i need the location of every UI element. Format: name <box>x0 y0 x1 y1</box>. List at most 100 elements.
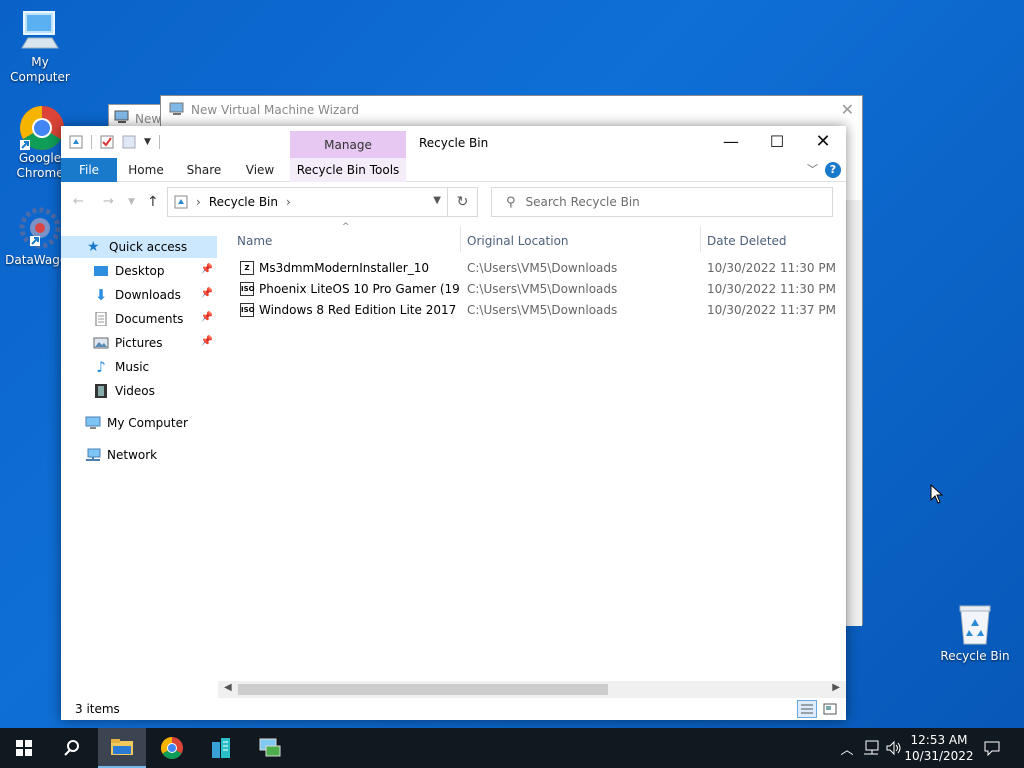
toolbar-separator <box>91 135 92 149</box>
file-original-location: C:\Users\VM5\Downloads <box>467 261 618 275</box>
clock[interactable]: 12:53 AM 10/31/2022 <box>904 732 974 764</box>
taskbar-virtual-machine[interactable] <box>246 728 294 768</box>
pin-icon: 📌 <box>200 288 213 299</box>
tab-share[interactable]: Share <box>179 158 229 182</box>
column-header-original-location[interactable]: Original Location <box>467 230 667 252</box>
chrome-icon <box>161 737 183 759</box>
window-title: Recycle Bin <box>419 136 489 150</box>
close-icon[interactable]: ✕ <box>841 100 854 119</box>
tab-manage[interactable]: Manage <box>290 131 406 158</box>
navigation-bar: ← → ▼ ↑ › Recycle Bin › ▼ ↻ ⚲ Search Rec… <box>61 182 846 222</box>
up-arrow-icon[interactable]: ↑ <box>147 194 159 210</box>
breadcrumb-recycle-bin[interactable]: Recycle Bin <box>209 195 278 209</box>
nav-label: Documents <box>115 312 184 326</box>
recent-locations-chevron-icon[interactable]: ▼ <box>128 197 135 207</box>
action-center-icon[interactable] <box>978 728 1006 768</box>
search-box[interactable]: ⚲ Search Recycle Bin <box>491 187 833 217</box>
nav-quick-access[interactable]: ★ Quick access <box>61 236 217 258</box>
download-arrow-icon: ⬇ <box>94 286 108 304</box>
horizontal-scrollbar[interactable]: ◀ ▶ <box>218 681 846 698</box>
nav-pictures[interactable]: Pictures 📌 <box>61 332 217 354</box>
details-view-button[interactable] <box>797 700 817 718</box>
navigation-pane: ★ Quick access Desktop 📌 ⬇ Downloads 📌 D… <box>61 222 217 688</box>
desktop-icon-my-computer[interactable]: My Computer <box>0 8 80 85</box>
column-separator[interactable] <box>700 226 701 252</box>
refresh-button[interactable]: ↻ <box>448 187 478 217</box>
show-hidden-icons-chevron-icon[interactable]: ︿ <box>836 728 858 768</box>
nav-downloads[interactable]: ⬇ Downloads 📌 <box>61 284 217 306</box>
nav-music[interactable]: ♪ Music <box>61 356 217 378</box>
taskbar: ︿ 12:53 AM 10/31/2022 <box>0 728 1024 768</box>
pictures-icon <box>93 336 109 350</box>
chrome-icon <box>18 104 64 150</box>
zip-file-icon: Z <box>240 261 254 275</box>
star-icon: ★ <box>87 239 100 255</box>
column-header-name[interactable]: Name <box>237 230 437 252</box>
large-icons-view-button[interactable] <box>820 700 840 718</box>
tab-recycle-bin-tools[interactable]: Recycle Bin Tools <box>290 158 406 182</box>
file-date-deleted: 10/30/2022 11:30 PM <box>707 261 836 275</box>
properties-icon[interactable] <box>100 135 114 149</box>
item-count: 3 items <box>75 702 120 716</box>
taskbar-chrome[interactable] <box>148 728 196 768</box>
nav-label: Videos <box>115 384 155 398</box>
nav-my-computer[interactable]: My Computer <box>61 412 217 434</box>
nav-label: My Computer <box>107 416 188 430</box>
clock-time: 12:53 AM <box>910 733 968 747</box>
desktop-icon-recycle-bin[interactable]: Recycle Bin <box>935 602 1015 664</box>
start-button[interactable] <box>0 728 48 768</box>
tab-file[interactable]: File <box>61 158 117 182</box>
search-button[interactable] <box>48 728 96 768</box>
clock-date: 10/31/2022 <box>904 749 974 763</box>
close-button[interactable]: ✕ <box>800 126 846 158</box>
tab-view[interactable]: View <box>235 158 285 182</box>
nav-label: Desktop <box>115 264 165 278</box>
nav-network[interactable]: Network <box>61 444 217 466</box>
scrollbar-thumb[interactable] <box>238 684 608 695</box>
scroll-left-icon[interactable]: ◀ <box>224 682 232 693</box>
taskbar-app-buildings[interactable] <box>197 728 245 768</box>
breadcrumb-chevron-icon[interactable]: › <box>196 195 201 209</box>
nav-desktop[interactable]: Desktop 📌 <box>61 260 217 282</box>
address-bar[interactable]: › Recycle Bin › ▼ <box>167 187 448 217</box>
help-icon[interactable]: ? <box>825 162 841 178</box>
new-folder-icon[interactable] <box>122 135 136 149</box>
address-dropdown-icon[interactable]: ▼ <box>433 195 441 206</box>
maximize-button[interactable]: ☐ <box>754 126 800 158</box>
network-tray-icon[interactable] <box>860 728 882 768</box>
minimize-button[interactable]: — <box>708 126 754 158</box>
nav-documents[interactable]: Documents 📌 <box>61 308 217 330</box>
volume-icon[interactable] <box>883 728 905 768</box>
folder-icon <box>111 739 133 755</box>
network-icon <box>85 448 101 462</box>
nav-label: Pictures <box>115 336 163 350</box>
pin-icon: 📌 <box>200 264 213 275</box>
scroll-right-icon[interactable]: ▶ <box>832 682 840 693</box>
search-placeholder: Search Recycle Bin <box>525 195 640 209</box>
file-explorer-window: ▼ Manage Recycle Bin — ☐ ✕ File Home Sha… <box>61 126 846 720</box>
nav-videos[interactable]: Videos <box>61 380 217 402</box>
file-date-deleted: 10/30/2022 11:30 PM <box>707 282 836 296</box>
tab-home[interactable]: Home <box>121 158 171 182</box>
back-arrow-icon[interactable]: ← <box>73 194 84 209</box>
recycle-bin-icon <box>953 602 997 646</box>
music-note-icon: ♪ <box>96 358 106 376</box>
breadcrumb-chevron-icon[interactable]: › <box>286 195 291 209</box>
nav-label: Music <box>115 360 150 374</box>
file-row[interactable]: Z Ms3dmmModernInstaller_10 C:\Users\VM5\… <box>218 258 846 279</box>
forward-arrow-icon[interactable]: → <box>103 194 114 209</box>
recycle-bin-small-icon <box>174 195 188 209</box>
expand-ribbon-chevron-icon[interactable]: ﹀ <box>807 161 818 177</box>
datawagon-icon <box>18 206 62 250</box>
file-row[interactable]: ISO Windows 8 Red Edition Lite 2017 C:\U… <box>218 300 846 321</box>
title-bar[interactable]: ▼ Manage Recycle Bin — ☐ ✕ <box>61 126 846 158</box>
column-header-date-deleted[interactable]: Date Deleted <box>707 230 837 252</box>
file-row[interactable]: ISO Phoenix LiteOS 10 Pro Gamer (1904...… <box>218 279 846 300</box>
buildings-icon <box>212 738 230 758</box>
taskbar-file-explorer[interactable] <box>98 728 146 768</box>
vm-icon <box>114 110 130 124</box>
column-separator[interactable] <box>460 226 461 252</box>
file-original-location: C:\Users\VM5\Downloads <box>467 282 618 296</box>
vertical-scrollbar[interactable] <box>846 200 862 626</box>
customize-qat-icon[interactable]: ▼ <box>144 137 151 147</box>
